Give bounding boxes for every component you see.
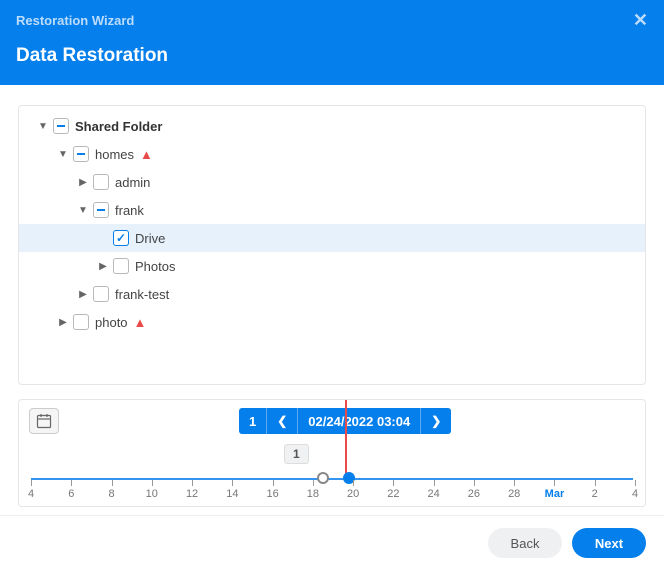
checkbox-partial[interactable] bbox=[53, 118, 69, 134]
timeline-tick-label: 4 bbox=[28, 488, 34, 500]
timeline-tick-label: 12 bbox=[186, 488, 198, 500]
checkbox-checked[interactable] bbox=[113, 230, 129, 246]
tree-label: Drive bbox=[135, 231, 165, 246]
selected-datetime: 02/24/2022 03:04 bbox=[298, 408, 421, 434]
chevron-right-icon[interactable]: ▶ bbox=[55, 314, 71, 330]
checkbox-partial[interactable] bbox=[73, 146, 89, 162]
wizard-footer: Back Next bbox=[0, 515, 664, 570]
page-title: Data Restoration bbox=[16, 45, 648, 67]
tree-row-frank-test[interactable]: ▶ frank-test bbox=[19, 280, 645, 308]
tree-row-homes[interactable]: ▼ homes ▲ bbox=[19, 140, 645, 168]
timeline-tick-label: 22 bbox=[387, 488, 399, 500]
timeline-tick bbox=[595, 480, 596, 486]
version-count: 1 bbox=[239, 408, 267, 434]
chevron-right-icon[interactable]: ▶ bbox=[95, 258, 111, 274]
checkbox-partial[interactable] bbox=[93, 202, 109, 218]
timeline-tick-label: 16 bbox=[266, 488, 278, 500]
timeline-tick-label: 6 bbox=[68, 488, 74, 500]
timeline-tick-label: 18 bbox=[307, 488, 319, 500]
tree-row-photos[interactable]: ▶ Photos bbox=[19, 252, 645, 280]
folder-tree: ▼ Shared Folder ▼ homes ▲ ▶ admin ▼ fran… bbox=[18, 105, 646, 385]
tree-row-drive[interactable]: ▶ Drive bbox=[19, 224, 645, 252]
next-version-button[interactable]: ❯ bbox=[421, 408, 451, 434]
checkbox[interactable] bbox=[113, 258, 129, 274]
timeline-tick-label: 20 bbox=[347, 488, 359, 500]
timeline-tick bbox=[474, 480, 475, 486]
timeline-tick-label: 28 bbox=[508, 488, 520, 500]
timeline-tick-label: 26 bbox=[468, 488, 480, 500]
tree-label: Shared Folder bbox=[75, 119, 162, 134]
timeline-tick bbox=[434, 480, 435, 486]
timeline-tick-label: 4 bbox=[632, 488, 638, 500]
tree-label: frank bbox=[115, 203, 144, 218]
tree-row-root[interactable]: ▼ Shared Folder bbox=[19, 112, 645, 140]
timeline-tick bbox=[31, 480, 32, 486]
warning-icon: ▲ bbox=[140, 147, 153, 162]
timeline-tick bbox=[514, 480, 515, 486]
chevron-down-icon[interactable]: ▼ bbox=[55, 146, 71, 162]
close-icon[interactable]: ✕ bbox=[633, 10, 648, 31]
tree-label: frank-test bbox=[115, 287, 169, 302]
chevron-right-icon[interactable]: ▶ bbox=[75, 286, 91, 302]
back-button[interactable]: Back bbox=[488, 528, 562, 558]
timeline-tick bbox=[393, 480, 394, 486]
timeline-tick bbox=[192, 480, 193, 486]
timeline-tick-label: 24 bbox=[428, 488, 440, 500]
timeline-tick bbox=[152, 480, 153, 486]
timeline-tick-label: Mar bbox=[545, 488, 565, 500]
prev-version-button[interactable]: ❮ bbox=[267, 408, 298, 434]
calendar-button[interactable] bbox=[29, 408, 59, 434]
tree-label: photo bbox=[95, 315, 128, 330]
timeline-point-unselected[interactable] bbox=[317, 472, 329, 484]
timeline-tick bbox=[232, 480, 233, 486]
timeline-tick bbox=[313, 480, 314, 486]
timeline-tick bbox=[273, 480, 274, 486]
next-button[interactable]: Next bbox=[572, 528, 646, 558]
timeline-tick-label: 8 bbox=[108, 488, 114, 500]
tree-row-photo[interactable]: ▶ photo ▲ bbox=[19, 308, 645, 336]
tree-label: homes bbox=[95, 147, 134, 162]
checkbox[interactable] bbox=[93, 174, 109, 190]
timeline-panel: 1 ❮ 02/24/2022 03:04 ❯ 1 4 6 8 10 12 14 16 18 20… bbox=[18, 399, 646, 507]
timeline-current-marker bbox=[345, 400, 347, 480]
checkbox[interactable] bbox=[73, 314, 89, 330]
chevron-down-icon[interactable]: ▼ bbox=[35, 118, 51, 134]
tree-row-admin[interactable]: ▶ admin bbox=[19, 168, 645, 196]
timeline-tick-label: 14 bbox=[226, 488, 238, 500]
tree-label: admin bbox=[115, 175, 150, 190]
warning-icon: ▲ bbox=[134, 315, 147, 330]
wizard-header: Restoration Wizard ✕ Data Restoration bbox=[0, 0, 664, 85]
tree-label: Photos bbox=[135, 259, 175, 274]
timeline-tick bbox=[71, 480, 72, 486]
window-title: Restoration Wizard bbox=[16, 13, 134, 28]
timeline-tick-label: 2 bbox=[592, 488, 598, 500]
timeline-tick-label: 10 bbox=[146, 488, 158, 500]
timeline-tick bbox=[353, 480, 354, 486]
tree-row-frank[interactable]: ▼ frank bbox=[19, 196, 645, 224]
timeline-tick bbox=[112, 480, 113, 486]
version-badge: 1 bbox=[284, 444, 309, 464]
checkbox[interactable] bbox=[93, 286, 109, 302]
chevron-right-icon[interactable]: ▶ bbox=[75, 174, 91, 190]
chevron-down-icon[interactable]: ▼ bbox=[75, 202, 91, 218]
calendar-icon bbox=[36, 413, 52, 429]
timeline-tick bbox=[635, 480, 636, 486]
timeline-track[interactable] bbox=[31, 478, 633, 480]
timeline-tick bbox=[554, 480, 555, 486]
